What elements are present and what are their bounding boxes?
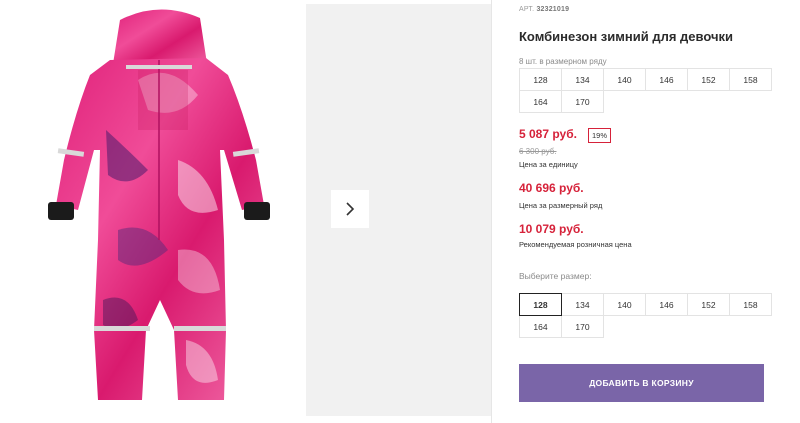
chevron-right-icon: [346, 202, 355, 216]
rrp-price-caption: Рекомендуемая розничная цена: [519, 240, 632, 249]
size-option[interactable]: 134: [561, 293, 604, 316]
pack-size-cell: 170: [561, 90, 604, 113]
pack-size-cell: 146: [645, 68, 688, 91]
pack-label: 8 шт. в размерном ряду: [519, 57, 607, 66]
size-option[interactable]: 140: [603, 293, 646, 316]
old-price: 6 300 руб.: [519, 147, 557, 156]
rrp-price: 10 079 руб.: [519, 222, 584, 236]
choose-size-label: Выберите размер:: [519, 271, 592, 281]
size-option-selected[interactable]: 128: [519, 293, 562, 316]
product-gallery: [0, 0, 492, 423]
gallery-next-button[interactable]: [331, 190, 369, 228]
unit-price-caption: Цена за единицу: [519, 160, 578, 169]
pack-price-caption: Цена за размерный ряд: [519, 201, 603, 210]
size-option[interactable]: 146: [645, 293, 688, 316]
pack-size-cell: 128: [519, 68, 562, 91]
sku-value: 32321019: [536, 6, 570, 13]
pack-size-cell: 152: [687, 68, 730, 91]
column-divider: [491, 0, 492, 423]
pack-size-cell: 158: [729, 68, 772, 91]
pack-size-grid: 128 134 140 146 152 158 164 170: [519, 68, 772, 113]
snowsuit-image: [48, 9, 270, 400]
sku-label: АРТ.: [519, 6, 535, 13]
pack-size-cell: 134: [561, 68, 604, 91]
size-option[interactable]: 158: [729, 293, 772, 316]
add-to-cart-button[interactable]: ДОБАВИТЬ В КОРЗИНУ: [519, 364, 764, 402]
size-option[interactable]: 170: [561, 315, 604, 338]
unit-price: 5 087 руб.: [519, 127, 577, 141]
discount-badge: 19%: [588, 128, 612, 143]
product-photo[interactable]: [28, 0, 290, 423]
size-option[interactable]: 152: [687, 293, 730, 316]
pack-size-cell: 164: [519, 90, 562, 113]
pack-price: 40 696 руб.: [519, 181, 584, 195]
size-selector: 128 134 140 146 152 158 164 170: [519, 293, 772, 338]
pack-size-cell: 140: [603, 68, 646, 91]
size-option[interactable]: 164: [519, 315, 562, 338]
sku-line: АРТ. 32321019: [519, 6, 569, 13]
product-title: Комбинезон зимний для девочки: [519, 29, 733, 44]
